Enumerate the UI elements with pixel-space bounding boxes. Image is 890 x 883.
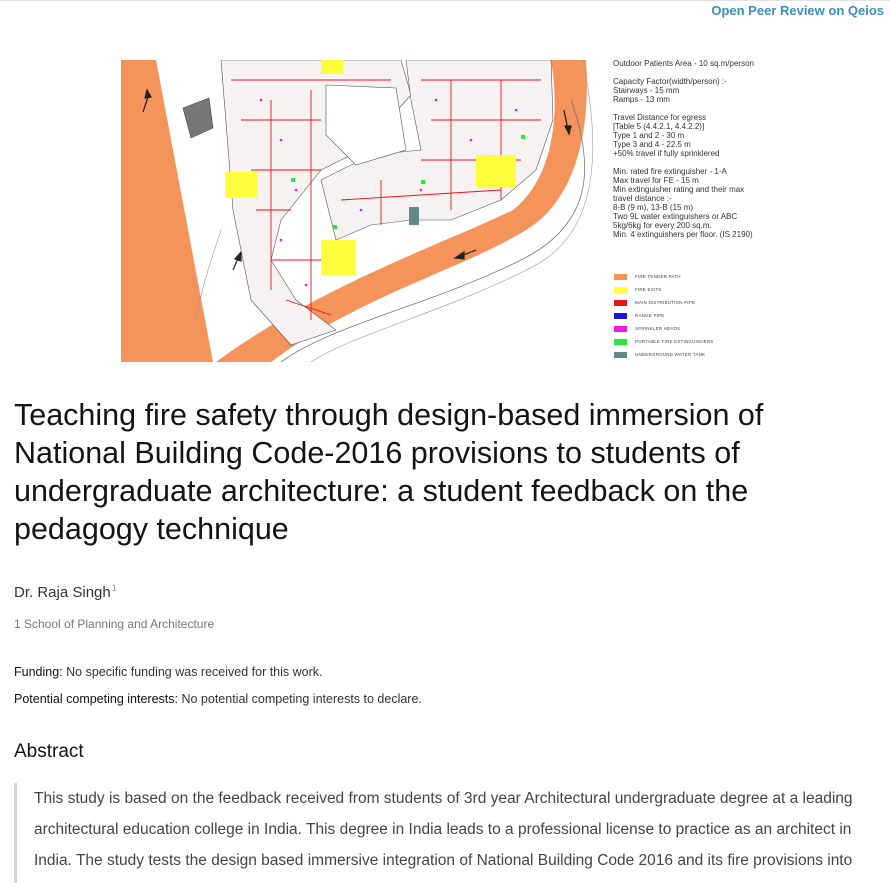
- legend-swatch: [614, 338, 627, 345]
- legend-label: PORTABLE FIRE EXTINGUISHERS: [635, 339, 714, 344]
- note-line: Min extinguisher rating and their max: [613, 185, 745, 194]
- abstract-heading: Abstract: [14, 741, 84, 762]
- legend-swatch: [614, 273, 627, 280]
- competing-interests-text: No potential competing interests to decl…: [181, 692, 422, 706]
- legend-swatch: [614, 286, 627, 293]
- note-line: Max travel for FE - 15 m: [613, 176, 699, 185]
- abstract-line: India. The study tests the design based …: [34, 852, 853, 869]
- abstract-line: This study is based on the feedback rece…: [34, 790, 853, 807]
- legend-label: FIRE EXITS: [635, 287, 662, 292]
- note-line: Ramps - 13 mm: [613, 95, 670, 104]
- figure-notes: Outdoor Patients Area - 10 sq.m/person C…: [613, 59, 883, 248]
- open-peer-review-link[interactable]: Open Peer Review on Qeios: [711, 3, 884, 18]
- legend-label: SPRINKLER HEADS: [635, 326, 681, 331]
- note-line: Capacity Factor(width/person) :-: [613, 77, 727, 86]
- note-line: Type 1 and 2 - 30 m: [613, 131, 685, 140]
- legend-swatch: [614, 299, 627, 306]
- fire-safety-site-plan-figure: [121, 60, 601, 362]
- underground-water-tank: [409, 207, 419, 225]
- competing-interests-statement: Potential competing interests: No potent…: [14, 692, 422, 706]
- note-block-capacity: Capacity Factor(width/person) :- Stairwa…: [613, 77, 883, 104]
- legend-label: UNDERGROUND WATER TANK: [635, 352, 706, 357]
- site-plan-drawing: [121, 60, 601, 362]
- note-line: 8-B (9 m), 13-B (15 m): [613, 203, 694, 212]
- author-line: Dr. Raja Singh1: [14, 583, 117, 602]
- note-block-occupancy: Outdoor Patients Area - 10 sq.m/person: [613, 59, 883, 68]
- header-divider: [0, 0, 890, 1]
- figure-legend: FIRE TENDER PATH FIRE EXITS MAIN DISTRIB…: [614, 270, 884, 361]
- abstract-line: architectural education college in India…: [34, 821, 852, 838]
- legend-item-sprinkler-heads: SPRINKLER HEADS: [614, 322, 884, 335]
- note-line: [Table 5 (4.4.2.1, 4.4.2.2)]: [613, 122, 705, 131]
- legend-item-range-pipe: RANGE PIPE: [614, 309, 884, 322]
- note-line: Outdoor Patients Area - 10 sq.m/person: [613, 59, 754, 68]
- competing-interests-label: Potential competing interests:: [14, 692, 178, 706]
- legend-label: FIRE TENDER PATH: [635, 274, 681, 279]
- abstract-body: This study is based on the feedback rece…: [14, 783, 889, 883]
- legend-label: RANGE PIPE: [635, 313, 665, 318]
- legend-swatch: [614, 351, 627, 358]
- funding-statement: Funding: No specific funding was receive…: [14, 665, 323, 679]
- note-line: Two 9L water extinguishers or ABC: [613, 212, 738, 221]
- note-line: 5kg/6kg for every 200 sq.m.: [613, 221, 712, 230]
- author-name[interactable]: Dr. Raja Singh: [14, 584, 111, 601]
- note-line: Type 3 and 4 - 22.5 m: [613, 140, 691, 149]
- legend-swatch: [614, 325, 627, 332]
- funding-text: No specific funding was received for thi…: [66, 665, 323, 679]
- note-line: Min. 4 extinguishers per floor. (IS 2190…: [613, 230, 753, 239]
- note-line: Min. rated fire extinguisher - 1-A: [613, 167, 727, 176]
- legend-item-portable-fire-extinguishers: PORTABLE FIRE EXTINGUISHERS: [614, 335, 884, 348]
- author-affiliation-marker: 1: [111, 583, 117, 593]
- note-line: Travel Distance for egress: [613, 113, 707, 122]
- legend-item-fire-tender-path: FIRE TENDER PATH: [614, 270, 884, 283]
- paper-title: Teaching fire safety through design-base…: [14, 398, 764, 546]
- note-line: travel distance :-: [613, 194, 672, 203]
- author-affiliation: 1 School of Planning and Architecture: [14, 617, 215, 631]
- note-block-travel-distance: Travel Distance for egress [Table 5 (4.4…: [613, 113, 883, 158]
- legend-swatch: [614, 312, 627, 319]
- funding-label: Funding:: [14, 665, 63, 679]
- note-line: Stairways - 15 mm: [613, 86, 680, 95]
- note-block-extinguishers: Min. rated fire extinguisher - 1-A Max t…: [613, 167, 883, 239]
- legend-item-fire-exits: FIRE EXITS: [614, 283, 884, 296]
- legend-item-main-distribution-pipe: MAIN DISTRIBUTION PIPE: [614, 296, 884, 309]
- note-line: +50% travel if fully sprinklered: [613, 149, 720, 158]
- legend-label: MAIN DISTRIBUTION PIPE: [635, 300, 696, 305]
- legend-item-underground-water-tank: UNDERGROUND WATER TANK: [614, 348, 884, 361]
